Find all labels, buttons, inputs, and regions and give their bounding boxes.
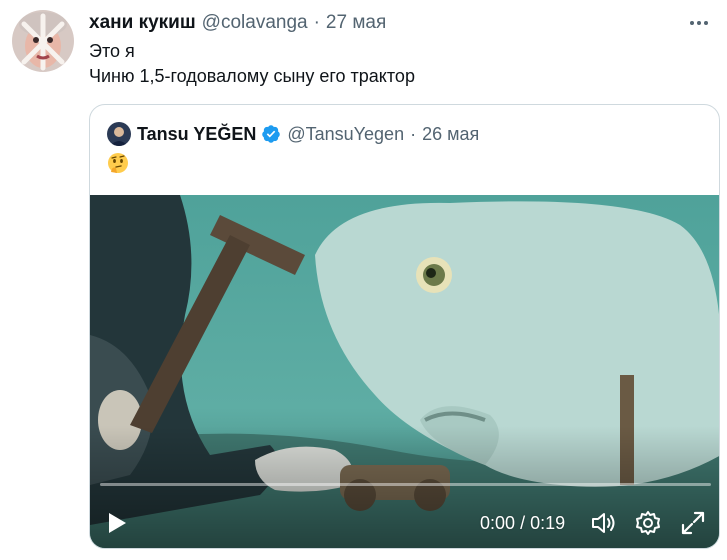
video-player[interactable]: 0:00 / 0:19 [90,195,719,548]
quoted-tweet-card[interactable]: Tansu YEĞEN @TansuYegen · 26 мая 0:00 / … [89,104,720,549]
current-time: 0:00 [480,513,516,533]
volume-icon[interactable] [589,509,617,537]
quoted-author-handle[interactable]: @TansuYegen [287,124,404,145]
author-avatar[interactable] [12,10,74,72]
time-separator: / [520,513,526,533]
settings-gear-icon[interactable] [634,509,662,537]
duration: 0:19 [530,513,566,533]
thinking-emoji [107,152,129,174]
video-time-display: 0:00 / 0:19 [480,513,565,534]
header-separator: · [313,12,320,33]
play-icon[interactable] [102,509,130,537]
video-frame [90,195,719,548]
tweet-text-line-2: Чиню 1,5-годовалому сыну его трактор [89,66,415,86]
tweet-timestamp[interactable]: 27 мая [326,12,386,34]
verified-badge-icon [262,125,281,143]
tweet-text-line-1: Это я [89,41,135,61]
fullscreen-icon[interactable] [679,509,707,537]
quoted-tweet-timestamp[interactable]: 26 мая [422,124,479,145]
author-handle[interactable]: @colavanga [202,12,308,34]
quoted-header-separator: · [410,123,417,144]
quoted-author-avatar[interactable] [107,122,131,146]
quoted-author-name[interactable]: Tansu YEĞEN [137,124,256,145]
author-name[interactable]: хани кукиш [89,12,196,34]
video-progress-track[interactable] [100,483,711,486]
more-icon[interactable] [688,12,710,34]
quoted-tweet-header: Tansu YEĞEN @TansuYegen · 26 мая [107,122,479,146]
tweet-header: хани кукиш @colavanga · 27 мая [89,12,386,34]
